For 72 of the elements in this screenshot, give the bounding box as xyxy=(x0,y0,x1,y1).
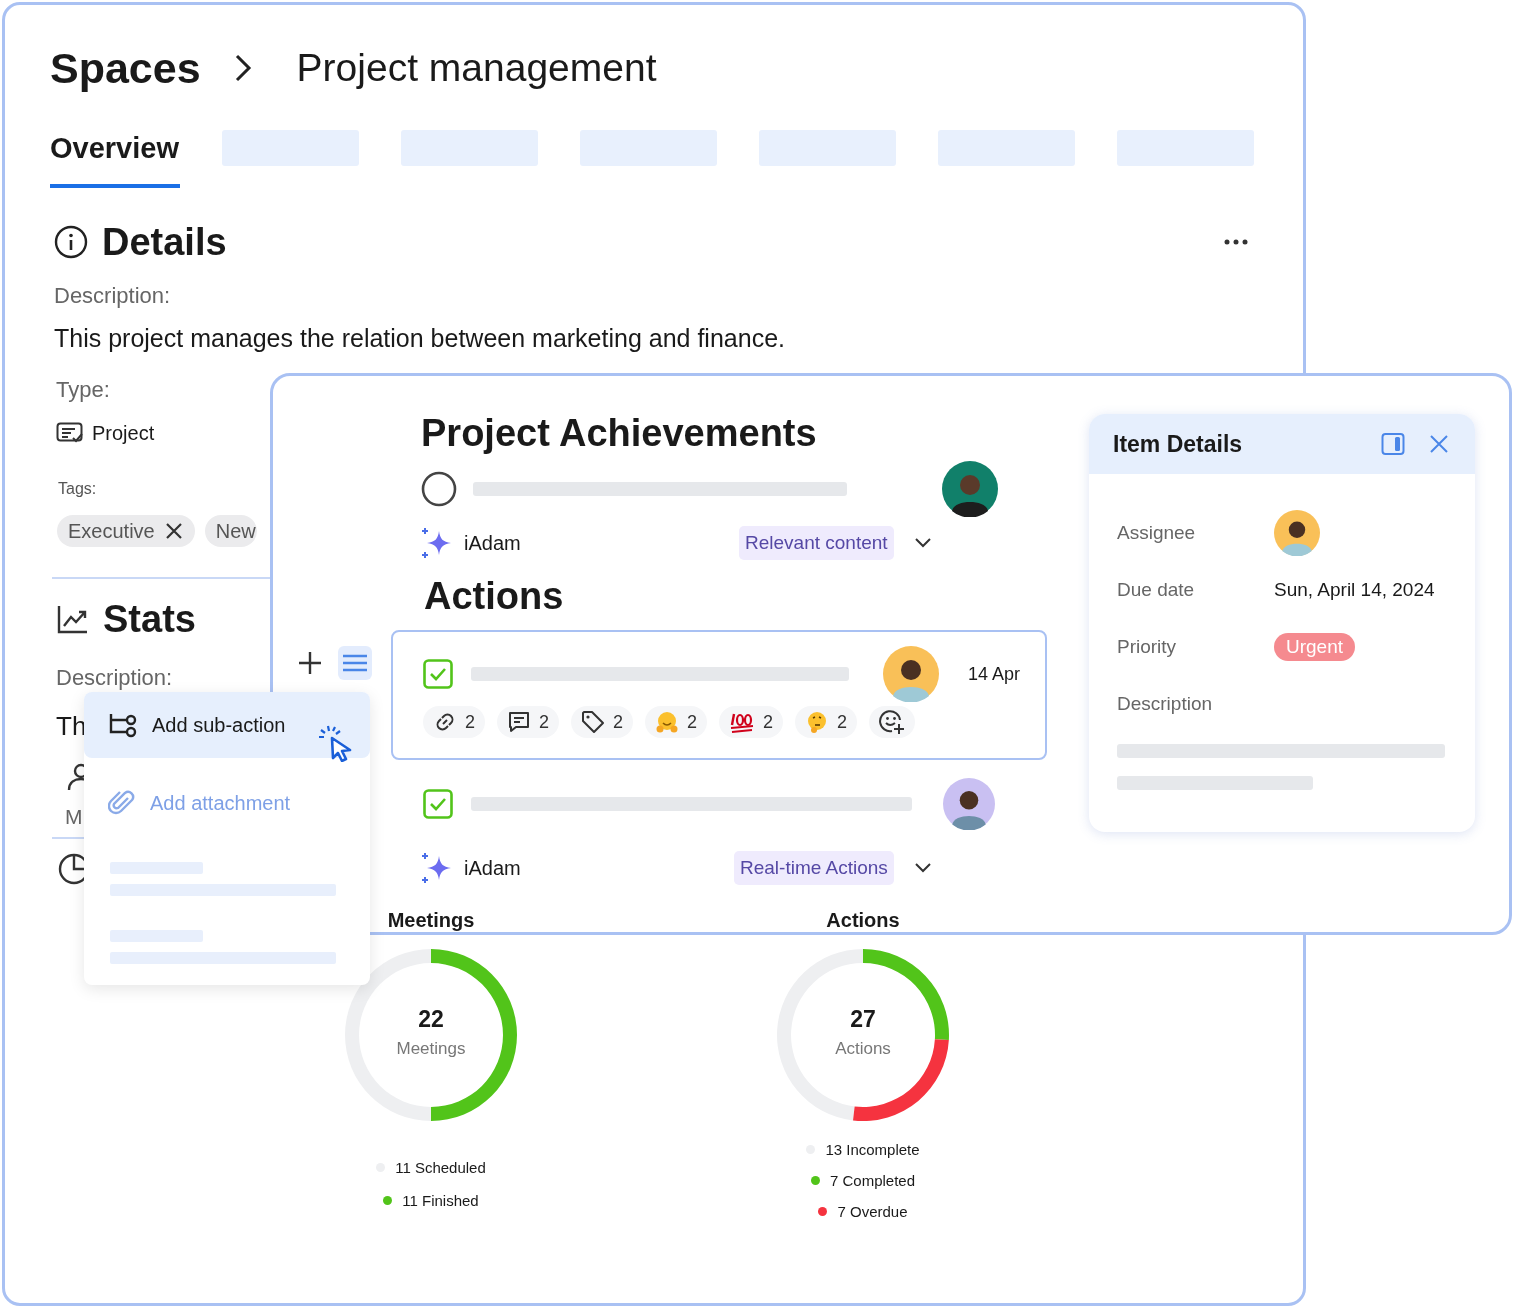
priority-tag: Urgent xyxy=(1274,633,1356,661)
due-date: 14 Apr xyxy=(968,663,1021,685)
section-title: Stats xyxy=(103,597,196,641)
add-reaction-icon xyxy=(879,709,906,735)
menu-icon xyxy=(342,654,368,672)
field-label: Description xyxy=(1117,693,1214,715)
card-title: Item Details xyxy=(1113,430,1243,458)
field-label: Due date xyxy=(1117,579,1196,601)
reaction-chip[interactable]: 2 xyxy=(423,706,485,738)
reaction-chip[interactable]: 2 xyxy=(497,706,560,738)
assistant-name: iAdam xyxy=(464,856,522,880)
chevron-down-icon[interactable] xyxy=(913,537,932,549)
tag-chip[interactable]: Executive xyxy=(57,515,195,547)
reaction-chip[interactable] xyxy=(869,706,916,738)
chart-center-label: Actions xyxy=(835,1038,891,1059)
subtask-icon xyxy=(108,712,138,738)
description-text: This project manages the relation between marketing and finance. xyxy=(54,324,785,354)
legend-label: 11 Scheduled xyxy=(395,1159,486,1176)
content-tag[interactable]: Relevant content xyxy=(739,526,894,560)
section-title: Actions xyxy=(424,575,565,619)
avatar-icon xyxy=(883,646,939,702)
action-card[interactable]: 14 Apr 2 2 2 2 2 2 xyxy=(391,630,1047,760)
tag-icon xyxy=(581,710,606,734)
reaction-chip[interactable]: 2 xyxy=(795,706,858,738)
reaction-chip[interactable]: 2 xyxy=(719,706,784,738)
info-icon xyxy=(54,225,88,259)
field-label: Type: xyxy=(56,377,110,403)
content-tag[interactable]: Real-time Actions xyxy=(734,851,894,885)
type-value: Project xyxy=(92,421,155,445)
chart-total: 27 xyxy=(850,1005,876,1033)
status-circle[interactable] xyxy=(421,471,457,507)
legend-label: 11 Finished xyxy=(402,1192,479,1209)
field-label: Assignee xyxy=(1117,522,1197,544)
checkbox[interactable] xyxy=(423,789,453,819)
avatar-icon xyxy=(943,778,995,830)
chart-title: Actions xyxy=(826,909,900,933)
avatar-icon xyxy=(1274,510,1320,556)
tag-chip[interactable]: New xyxy=(204,515,257,547)
field-label: Priority xyxy=(1117,636,1178,658)
cursor-click-icon xyxy=(318,724,354,762)
project-icon xyxy=(56,422,84,444)
reaction-chip[interactable]: 2 xyxy=(645,706,708,738)
assistant-name: iAdam xyxy=(464,531,522,555)
chart-total: 22 xyxy=(418,1005,444,1033)
chart-icon xyxy=(57,604,89,634)
chevron-down-icon[interactable] xyxy=(913,862,932,874)
section-title: Details xyxy=(102,220,227,264)
tab[interactable]: Overview xyxy=(50,124,180,188)
field-value: Sun, April 14, 2024 xyxy=(1274,579,1435,601)
reaction-chip[interactable]: 2 xyxy=(571,706,634,738)
more-icon[interactable] xyxy=(1224,239,1248,245)
field-label: Tags: xyxy=(58,480,97,499)
comment-icon xyxy=(507,710,531,734)
field-label: Description: xyxy=(54,283,171,309)
menu-button[interactable] xyxy=(338,646,372,680)
legend-label: 7 Overdue xyxy=(837,1203,908,1220)
section-title: Project Achievements xyxy=(421,412,818,456)
close-icon[interactable] xyxy=(164,522,183,540)
chart-title: Meetings xyxy=(387,909,475,933)
hugging-face-icon xyxy=(655,710,680,734)
chart-center-label: Meetings xyxy=(396,1038,466,1059)
paperclip-icon xyxy=(108,789,136,817)
field-label: M xyxy=(65,805,83,829)
checkbox[interactable] xyxy=(423,659,453,689)
page-title: Project management xyxy=(296,46,657,90)
side-panel-icon[interactable] xyxy=(1381,432,1405,456)
breadcrumb-link[interactable]: Spaces xyxy=(50,43,201,93)
add-icon[interactable] xyxy=(298,651,322,675)
avatar-icon xyxy=(942,461,998,517)
legend-label: 13 Incomplete xyxy=(825,1141,920,1158)
legend-label: 7 Completed xyxy=(829,1172,915,1189)
field-label: Description: xyxy=(56,665,173,691)
